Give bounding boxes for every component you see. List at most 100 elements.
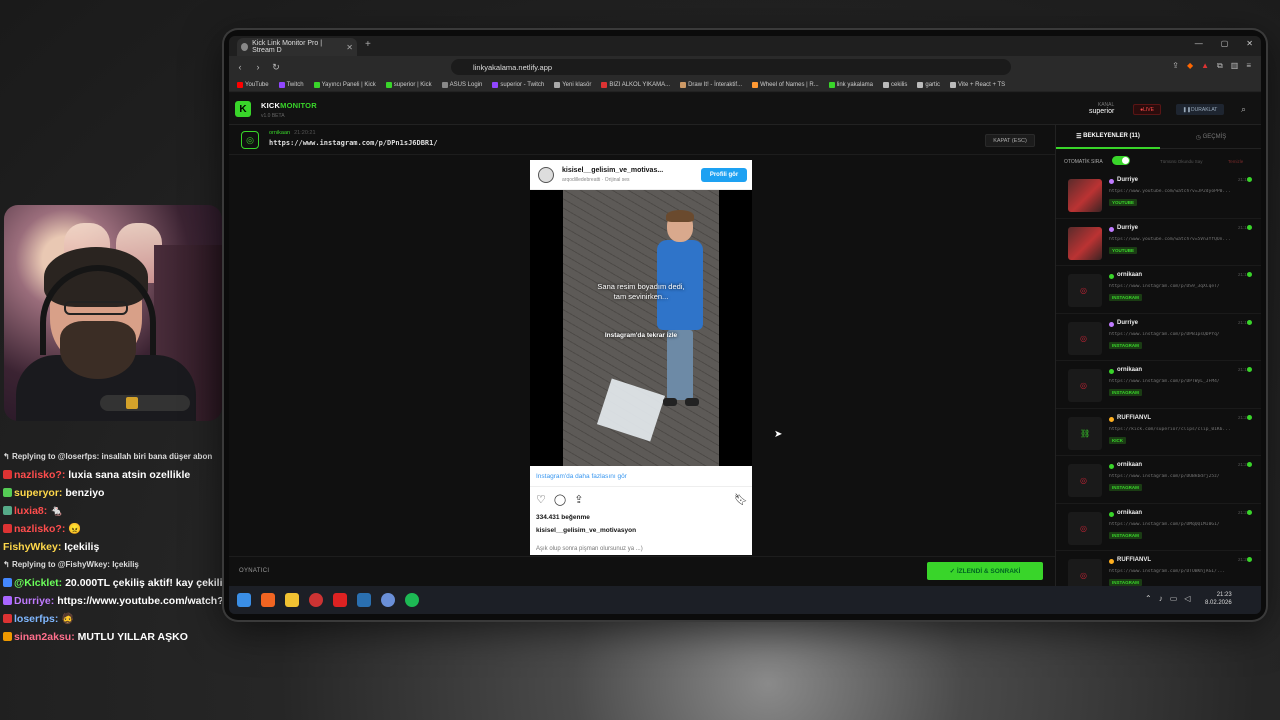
queue-item[interactable]: ⛓ RUFFIANVL 21:21 https://kick.com/superior…: [1056, 409, 1261, 456]
chat-message: luxia sana atsin ozellikle: [68, 469, 191, 481]
chat-username: loserfps:: [14, 613, 59, 625]
bookmark-icon[interactable]: 🔖︎: [734, 493, 748, 506]
queue-url: https://www.youtube.com/watch?v=JP2dyoPP…: [1109, 189, 1231, 194]
mic-icon[interactable]: ♪: [1159, 594, 1163, 603]
bookmark-item[interactable]: Yeni klasör: [554, 81, 591, 88]
chat-message: 😠: [68, 523, 82, 535]
pause-button[interactable]: ❚❚ DURAKLAT: [1176, 104, 1224, 115]
bookmark-item[interactable]: gartic: [917, 81, 940, 88]
bookmark-item[interactable]: YouTube: [237, 81, 269, 88]
queue-item[interactable]: Durriye 21:15 https://www.youtube.com/watc…: [1056, 171, 1261, 219]
menu-icon[interactable]: ≡: [1246, 61, 1251, 71]
chat-line: sinan2aksu: MUTLU YILLAR AŞKO: [3, 628, 233, 646]
bookmark-item[interactable]: Twitch: [278, 81, 304, 88]
close-window-icon[interactable]: ✕: [1246, 39, 1253, 48]
queue-item[interactable]: ◎ ornikaan 21:17 https://www.instagram.com/…: [1056, 266, 1261, 314]
kick-logo-icon: K: [235, 101, 251, 117]
chat-username: superyor:: [14, 487, 63, 499]
queue-item[interactable]: Durriye 21:16 https://www.youtube.com/watc…: [1056, 219, 1261, 266]
back-icon[interactable]: ‹: [233, 62, 247, 72]
bookmark-item[interactable]: Draw It! - İnteraktif...: [680, 81, 742, 88]
folder-icon[interactable]: [285, 593, 299, 607]
queue-item[interactable]: ◎ Durriye 21:18 https://www.instagram.com/p…: [1056, 314, 1261, 361]
new-tab-icon[interactable]: +: [365, 39, 371, 50]
tray-chevron-icon[interactable]: ⌃: [1145, 594, 1152, 603]
extensions-icon[interactable]: ⧉: [1217, 61, 1223, 71]
bookmark-favicon-icon: [278, 81, 285, 88]
brave-shield-icon[interactable]: ◆: [1187, 61, 1193, 71]
tab-history[interactable]: ◷ GEÇMİŞ: [1160, 125, 1261, 149]
see-more-link[interactable]: Instagram'da daha fazlasını gör: [536, 473, 627, 480]
bookmark-favicon-icon: [680, 81, 687, 88]
brave-icon[interactable]: [261, 593, 275, 607]
badge-icon: [3, 470, 12, 479]
watch-again-link[interactable]: Instagram'da tekrar izle: [563, 332, 719, 339]
comment-icon[interactable]: ◯: [554, 493, 566, 506]
bookmark-item[interactable]: Wheel of Names | R...: [752, 81, 819, 88]
watched-next-button[interactable]: ✓ İZLENDİ & SONRAKİ: [927, 562, 1043, 580]
platform-badge: INSTAGRAM: [1109, 294, 1142, 301]
queue-sidebar: ☰ BEKLEYENLER (11) ◷ GEÇMİŞ OTOMATİK SIR…: [1055, 125, 1261, 599]
maximize-icon[interactable]: ▢: [1221, 39, 1229, 48]
share-icon[interactable]: ⇪: [574, 493, 583, 506]
status-dot: [1247, 557, 1252, 562]
bookmark-favicon-icon: [601, 81, 608, 88]
volume-icon[interactable]: ◁: [1184, 594, 1190, 603]
url-field[interactable]: linkyakalama.netlify.app: [451, 59, 1011, 75]
reload-icon[interactable]: ↻: [269, 62, 283, 73]
status-dot: [1247, 319, 1252, 325]
share-icon[interactable]: ⇪: [1172, 61, 1179, 71]
bookmark-item[interactable]: cekilis: [883, 81, 907, 88]
taskbar-clock[interactable]: 21:23 8.02.2026: [1205, 591, 1232, 607]
network-icon[interactable]: ▭: [1170, 594, 1178, 603]
embed-account[interactable]: kisisel__gelisim_ve_motivas...: [562, 167, 663, 174]
bookmark-item[interactable]: link yakalama: [828, 81, 873, 88]
embed-audio: arqodilledebreatti · Orijinal ses: [562, 177, 630, 183]
start-icon[interactable]: [237, 593, 251, 607]
mark-all-read-button[interactable]: Tümünü Okundu Say: [1160, 159, 1203, 164]
forward-icon[interactable]: ›: [251, 62, 265, 72]
app-icon[interactable]: [309, 593, 323, 607]
bookmark-item[interactable]: superior | Kick: [385, 81, 432, 88]
caption-user[interactable]: kisisel__gelisim_ve_motivasyon: [536, 527, 636, 534]
queue-user: ornikaan: [1117, 462, 1143, 468]
video-frame: [563, 190, 719, 466]
video-player[interactable]: Sana resim boyadım dedi, tam sevinirken..…: [530, 190, 752, 466]
bookmark-item[interactable]: Yayıncı Paneli | Kick: [313, 81, 376, 88]
queue-url: https://www.instagram.com/p/DPB1psQDPYq/: [1109, 331, 1220, 337]
queue-user: ornikaan: [1117, 367, 1143, 373]
clear-button[interactable]: Temizle: [1228, 159, 1243, 164]
steam-icon[interactable]: [357, 593, 371, 607]
settings-icon[interactable]: ⌕: [1241, 104, 1246, 115]
view-profile-button[interactable]: Profili gör: [701, 168, 747, 182]
app-icon[interactable]: [381, 593, 395, 607]
bookmark-favicon-icon: [492, 81, 499, 88]
browser-toolbar: ⇪ ◆ ▲ ⧉ ▥ ≡: [1172, 61, 1251, 71]
browser-tab[interactable]: Kick Link Monitor Pro | Stream D ✕: [237, 38, 357, 56]
queue-item[interactable]: ◎ ornikaan 21:22 https://www.instagram.com/…: [1056, 504, 1261, 551]
chat-line: luxia8: 🐁: [3, 502, 233, 520]
close-button[interactable]: KAPAT (ESC): [985, 134, 1035, 147]
spotify-icon[interactable]: [405, 593, 419, 607]
bookmark-item[interactable]: ASUS Login: [441, 81, 482, 88]
system-tray: ⌃ ♪ ▭ ◁: [1145, 594, 1190, 603]
heart-icon[interactable]: ♡: [536, 493, 546, 506]
auto-queue-toggle[interactable]: [1112, 156, 1130, 165]
app-icon[interactable]: [333, 593, 347, 607]
minimize-icon[interactable]: —: [1195, 39, 1203, 48]
bookmark-item[interactable]: Vite + React + TS: [950, 81, 1005, 88]
active-user: ornikaan 21:20:21: [269, 130, 316, 136]
sidebar-icon[interactable]: ▥: [1231, 61, 1239, 71]
bookmark-item[interactable]: BIZI ALKOL YIKAMA...: [601, 81, 670, 88]
active-link[interactable]: https://www.instagram.com/p/DPn1sJ6DBR1/: [269, 139, 438, 147]
player-label: OYNATICI: [239, 568, 270, 574]
user-dot: [1109, 369, 1114, 374]
bookmark-item[interactable]: superior - Twitch: [492, 81, 544, 88]
queue-list: Durriye 21:15 https://www.youtube.com/watc…: [1056, 171, 1261, 599]
queue-item[interactable]: ◎ ornikaan 21:19 https://www.instagram.com/…: [1056, 361, 1261, 409]
rewards-icon[interactable]: ▲: [1201, 61, 1209, 71]
queue-item[interactable]: ◎ ornikaan 21:22 https://www.instagram.com/…: [1056, 456, 1261, 504]
tab-close-icon[interactable]: ✕: [346, 43, 353, 52]
avatar[interactable]: [538, 167, 554, 183]
tab-waiting[interactable]: ☰ BEKLEYENLER (11): [1056, 125, 1160, 149]
